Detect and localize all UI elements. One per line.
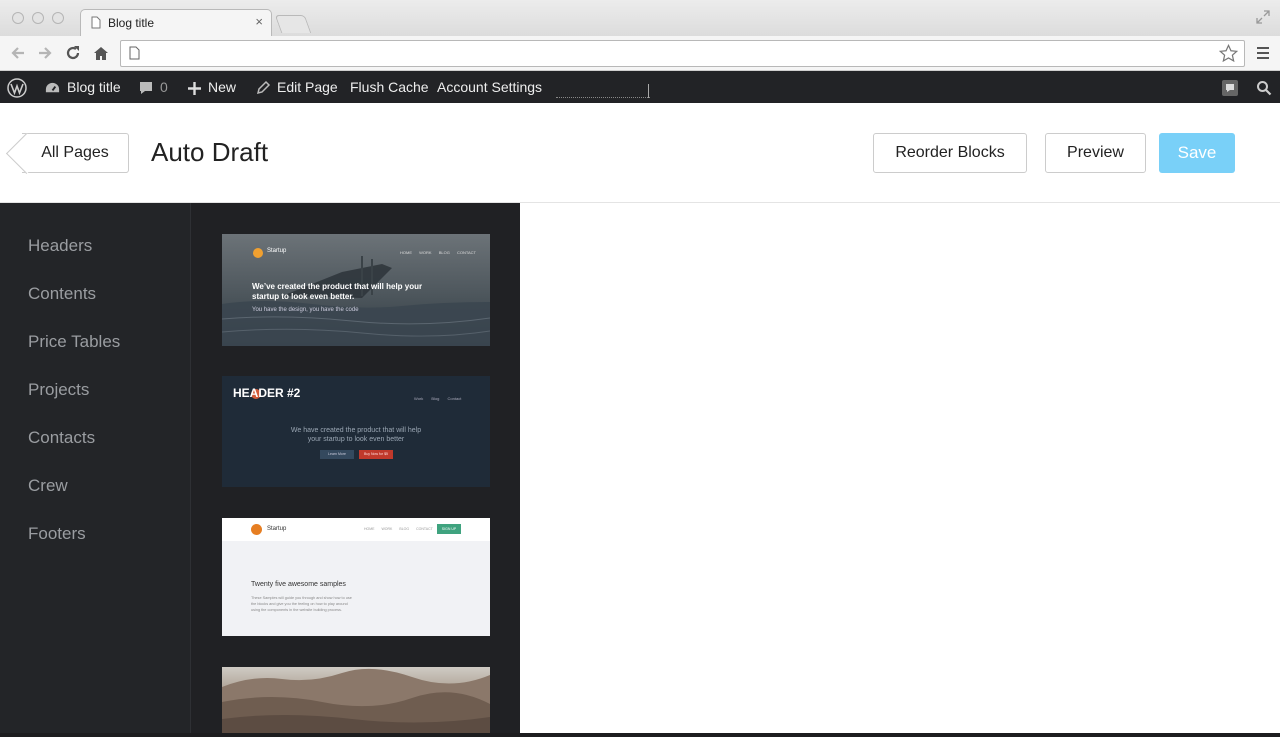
account-settings-link[interactable]: Account Settings	[437, 71, 542, 103]
address-bar[interactable]	[120, 40, 1245, 67]
account-settings-label: Account Settings	[437, 79, 543, 95]
chrome-menu-icon[interactable]	[1256, 46, 1270, 60]
thumb2-buy-button: Buy Now for $5	[359, 450, 393, 459]
window-close-button[interactable]	[12, 12, 24, 24]
page-icon	[91, 16, 101, 29]
thumb3-signup-button: SIGN UP	[437, 524, 461, 534]
page-canvas[interactable]	[520, 203, 1280, 733]
text-caret	[648, 84, 649, 98]
tab-title: Blog title	[108, 16, 155, 30]
fullscreen-icon[interactable]	[1256, 10, 1270, 24]
comments-count: 0	[160, 79, 168, 95]
status-bar	[0, 733, 1280, 737]
preview-button[interactable]: Preview	[1045, 133, 1146, 173]
category-crew[interactable]: Crew	[28, 476, 68, 496]
page-title: Auto Draft	[151, 137, 269, 167]
category-price-tables[interactable]: Price Tables	[28, 332, 120, 352]
category-contacts[interactable]: Contacts	[28, 428, 95, 448]
thumb1-headline: We’ve created the product that will help…	[252, 282, 423, 301]
flush-cache-label: Flush Cache	[350, 79, 429, 95]
user-avatar[interactable]	[1221, 71, 1239, 103]
reorder-blocks-button[interactable]: Reorder Blocks	[873, 133, 1027, 173]
dotted-field[interactable]	[556, 97, 650, 98]
home-icon[interactable]	[92, 44, 110, 62]
edit-page-label: Edit Page	[277, 79, 338, 95]
thumb1-nav: HOME WORK BLOG CONTACT	[400, 250, 476, 255]
page-icon	[129, 46, 140, 60]
comment-bubble-icon	[140, 82, 152, 95]
new-label: New	[208, 79, 237, 95]
site-name: Blog title	[67, 79, 121, 95]
thumb3-logo-icon	[251, 524, 262, 535]
wp-admin-bar: Blog title 0 New Edit Page Flush Cache A…	[0, 71, 1280, 103]
dashboard-icon	[45, 82, 60, 93]
search-icon[interactable]	[1256, 71, 1272, 103]
plus-icon	[188, 81, 201, 95]
browser-tab-strip: Blog title ×	[0, 0, 1280, 37]
thumb2-headline: We have created the product that will he…	[290, 427, 422, 443]
save-button[interactable]: Save	[1159, 133, 1235, 173]
category-footers[interactable]: Footers	[28, 524, 86, 544]
reload-icon[interactable]	[64, 44, 82, 62]
browser-toolbar	[0, 36, 1280, 71]
category-projects[interactable]: Projects	[28, 380, 89, 400]
thumb1-subtitle: You have the design, you have the code	[252, 307, 359, 313]
block-category-sidebar: Headers Contents Price Tables Projects C…	[0, 203, 191, 737]
block-thumbnail-header-4[interactable]	[222, 667, 490, 737]
mountain-photo	[222, 668, 490, 737]
thumb3-heading: Twenty five awesome samples	[251, 581, 346, 588]
tab-close-icon[interactable]: ×	[255, 14, 263, 29]
thumb1-brand: Startup	[267, 248, 287, 254]
url-input[interactable]	[149, 45, 1209, 63]
site-name-menu[interactable]: Blog title	[44, 71, 121, 103]
editor-header: All Pages Auto Draft Reorder Blocks Prev…	[0, 103, 1280, 203]
all-pages-button[interactable]: All Pages	[22, 133, 129, 173]
wordpress-logo-icon[interactable]	[7, 71, 27, 103]
back-arrow-icon[interactable]	[9, 44, 27, 62]
thumb2-learn-more-button: Learn More	[320, 450, 354, 459]
thumb3-brand: Startup	[267, 526, 287, 532]
window-minimize-button[interactable]	[32, 12, 44, 24]
block-thumbnail-header-1[interactable]: Startup HOME WORK BLOG CONTACT We’ve cre…	[222, 234, 490, 346]
forward-arrow-icon[interactable]	[36, 44, 54, 62]
category-headers[interactable]: Headers	[28, 236, 92, 256]
thumb2-label: HEADER #2	[233, 386, 301, 400]
edit-page-link[interactable]: Edit Page	[255, 71, 338, 103]
all-pages-label: All Pages	[41, 144, 109, 161]
window-zoom-button[interactable]	[52, 12, 64, 24]
block-thumbnail-header-2[interactable]: HEADER #2 Work Blog Contact We have crea…	[222, 376, 490, 487]
comments-menu[interactable]: 0	[138, 71, 168, 103]
category-contents[interactable]: Contents	[28, 284, 96, 304]
block-thumbnail-header-3[interactable]: Startup HOME WORK BLOG CONTACT SIGN UP T…	[222, 518, 490, 636]
thumb3-nav: HOME WORK BLOG CONTACT	[364, 527, 433, 531]
pencil-icon	[256, 81, 271, 95]
browser-tab[interactable]: Blog title ×	[80, 9, 272, 37]
thumb3-body: These Samples will guide you through and…	[251, 596, 352, 612]
new-content-menu[interactable]: New	[187, 71, 236, 103]
flush-cache-link[interactable]: Flush Cache	[350, 71, 429, 103]
block-thumbnail-list: Startup HOME WORK BLOG CONTACT We’ve cre…	[191, 203, 520, 737]
bookmark-star-icon[interactable]	[1219, 44, 1238, 63]
thumb2-nav: Work Blog Contact	[414, 396, 462, 401]
new-tab-button[interactable]	[274, 15, 312, 33]
